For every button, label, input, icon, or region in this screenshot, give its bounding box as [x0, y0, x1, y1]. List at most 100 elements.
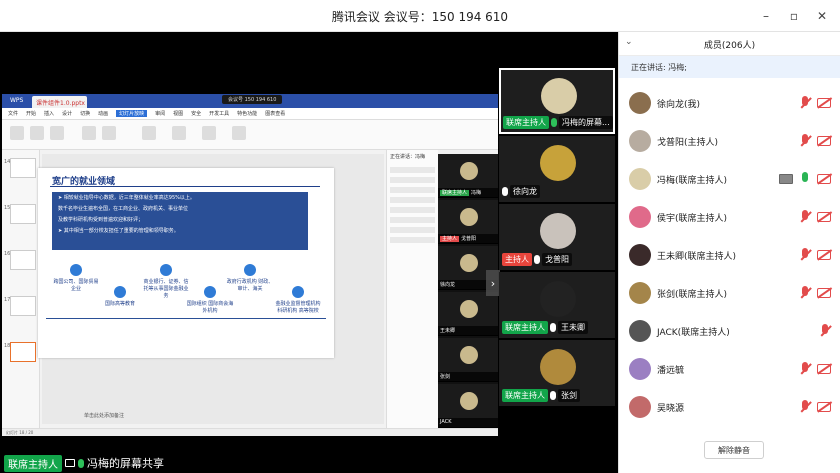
camera-off-icon[interactable] [817, 174, 831, 184]
shared-screen: WPS 课件组件1.0.pptx 会议号 150 194 610 文件 开始 插入 设… [2, 94, 498, 436]
avatar [540, 213, 576, 249]
chevron-down-icon[interactable]: ⌄ [625, 37, 633, 47]
member-name: 戈普阳(主持人) [657, 137, 719, 148]
wps-menu-item[interactable]: 安全 [191, 110, 201, 117]
window-title: 腾讯会议 会议号：150 194 610 [331, 10, 509, 24]
wps-menu-item[interactable]: 文件 [8, 110, 18, 117]
participant-name: JACK [440, 419, 452, 425]
collapse-tiles-button[interactable]: › [486, 270, 500, 296]
members-panel: ⌄ 成员(206人) 正在讲话: 冯梅; 徐向龙(我) 戈普阳(主持人) 冯梅(联席… [618, 32, 840, 473]
meeting-window: 腾讯会议 会议号：150 194 610 – ▫ ✕ WPS 课件组件1.0.p… [0, 0, 840, 473]
video-tile[interactable]: 联席主持人 冯梅的屏幕... [499, 68, 615, 134]
unmute-button[interactable]: 解除静音 [704, 441, 764, 459]
video-stage: WPS 课件组件1.0.pptx 会议号 150 194 610 文件 开始 插入 设… [0, 32, 618, 473]
participant-name: 冯梅 [471, 190, 482, 196]
slide-thumbnail[interactable]: 16 [4, 250, 36, 270]
node-icon [70, 264, 82, 276]
avatar [629, 92, 651, 114]
wps-menu-item[interactable]: 开发工具 [209, 110, 229, 117]
minimize-button[interactable]: – [754, 6, 778, 26]
slide-text-line: 数千名毕业生遍布全国，在工商企业、政府机关、事业单位 [58, 206, 189, 212]
video-tile[interactable]: 联席主持人 张剑 [499, 340, 615, 406]
mic-on-icon[interactable] [799, 172, 811, 186]
member-row[interactable]: 戈普阳(主持人) [619, 122, 840, 160]
mini-tile-label: 张剑 [438, 372, 498, 381]
wps-menu-item[interactable]: 图表查看 [265, 110, 285, 117]
member-status-icons [799, 134, 831, 148]
camera-off-icon[interactable] [817, 98, 831, 108]
video-tiles: 联席主持人 冯梅的屏幕... 徐向龙 主持人 戈普阳 联席主持人 王未卿 联席主持人 张剑 [499, 68, 615, 472]
camera-off-icon[interactable] [817, 288, 831, 298]
avatar [540, 145, 576, 181]
slide-text-line: ➤ 相较就业指导中心数据，近三年整体就业率高达95%以上。 [58, 195, 195, 201]
mic-muted-icon[interactable] [799, 286, 811, 300]
slide-timeline [46, 318, 326, 319]
avatar [460, 162, 478, 180]
mini-tile-label: 王未卿 [438, 326, 498, 335]
mic-active-icon [78, 458, 84, 468]
slide-thumbnail[interactable]: 15 [4, 204, 36, 224]
avatar [629, 320, 651, 342]
video-tile-label: 联席主持人 王未卿 [502, 321, 588, 334]
restore-button[interactable]: ▫ [782, 6, 806, 26]
co-host-tag: 联席主持人 [4, 454, 62, 472]
mic-muted-icon[interactable] [799, 248, 811, 262]
camera-off-icon[interactable] [817, 212, 831, 222]
avatar [629, 282, 651, 304]
shared-mini-tile: 王未卿 [438, 292, 498, 336]
close-button[interactable]: ✕ [810, 6, 834, 26]
wps-menu-item[interactable]: 切换 [80, 110, 90, 117]
mic-muted-icon[interactable] [799, 400, 811, 414]
member-name: 吴晓源 [657, 403, 685, 414]
title-bar: 腾讯会议 会议号：150 194 610 – ▫ ✕ [0, 0, 840, 32]
wps-menu-item[interactable]: 特色功能 [237, 110, 257, 117]
camera-off-icon[interactable] [817, 250, 831, 260]
wps-menu-item[interactable]: 动画 [98, 110, 108, 117]
mic-muted-icon[interactable] [819, 324, 831, 338]
screen-share-icon [65, 459, 75, 467]
window-controls: – ▫ ✕ [754, 6, 834, 26]
node-icon [160, 264, 172, 276]
member-row[interactable]: 潘远毓 [619, 350, 840, 388]
wps-menu-item[interactable]: 插入 [44, 110, 54, 117]
member-row[interactable]: 张剑(联席主持人) [619, 274, 840, 312]
slide-thumbnail[interactable]: 14 [4, 158, 36, 178]
video-tile[interactable]: 徐向龙 [499, 136, 615, 202]
node-label: 跨国公司、国际贸易企业 [53, 279, 99, 292]
mic-muted-icon[interactable] [799, 96, 811, 110]
node-label: 国际高等教育 [104, 301, 135, 307]
member-row[interactable]: 徐向龙(我) [619, 84, 840, 122]
wps-menu-item[interactable]: 开始 [26, 110, 36, 117]
mic-icon [534, 255, 540, 264]
participant-name: 张剑 [558, 389, 580, 402]
role-tag: 联席主持人 [503, 116, 549, 129]
member-status-icons [779, 172, 831, 186]
wps-menu-item[interactable]: 设计 [62, 110, 72, 117]
wps-menu-item[interactable]: 视图 [173, 110, 183, 117]
node-label: 政府行政机构 财政、审计、海关 [226, 279, 274, 292]
video-tile[interactable]: 主持人 戈普阳 [499, 204, 615, 270]
members-header: ⌄ 成员(206人) [619, 32, 840, 56]
wps-menu-item[interactable]: 幻灯片放映 [116, 110, 148, 117]
participant-name: 王未卿 [440, 328, 456, 334]
member-row[interactable]: 侯宇(联席主持人) [619, 198, 840, 236]
notes-hint: 单击此处添加备注 [84, 413, 125, 419]
member-row[interactable]: 冯梅(联席主持人) [619, 160, 840, 198]
mic-muted-icon[interactable] [799, 362, 811, 376]
screen-share-owner-text: 冯梅的屏幕共享 [87, 457, 164, 470]
camera-off-icon[interactable] [817, 136, 831, 146]
wps-menu-item[interactable]: 审阅 [155, 110, 165, 117]
camera-off-icon[interactable] [817, 364, 831, 374]
member-row[interactable]: 吴晓源 [619, 388, 840, 426]
node-icon [114, 286, 126, 298]
role-tag: 联席主持人 [440, 190, 470, 196]
mic-muted-icon[interactable] [799, 210, 811, 224]
member-row[interactable]: JACK(联席主持人) [619, 312, 840, 350]
slide-thumbnail[interactable]: 17 [4, 296, 36, 316]
slide-thumbnail[interactable]: 18 [4, 342, 36, 362]
shared-mini-tile: 张剑 [438, 338, 498, 382]
video-tile[interactable]: 联席主持人 王未卿 [499, 272, 615, 338]
member-row[interactable]: 王未卿(联席主持人) [619, 236, 840, 274]
camera-off-icon[interactable] [817, 402, 831, 412]
mic-muted-icon[interactable] [799, 134, 811, 148]
